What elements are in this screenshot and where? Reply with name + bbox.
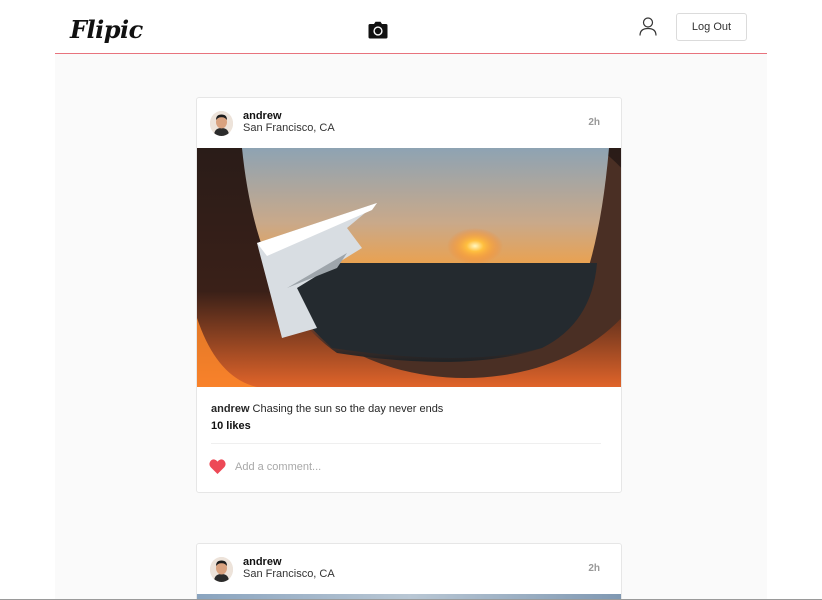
post-username[interactable]: andrew <box>243 556 282 568</box>
camera-icon[interactable] <box>368 21 388 39</box>
avatar[interactable] <box>210 111 233 136</box>
post-location[interactable]: San Francisco, CA <box>243 122 335 134</box>
post-card: andrew San Francisco, CA 2h <box>196 97 622 493</box>
comment-input[interactable] <box>235 459 535 475</box>
post-card: andrew San Francisco, CA 2h <box>196 543 622 600</box>
post-body: andrew Chasing the sun so the day never e… <box>197 387 621 444</box>
avatar[interactable] <box>210 557 233 582</box>
heart-icon[interactable] <box>209 459 226 474</box>
likes-count[interactable]: 10 likes <box>211 420 607 432</box>
post-timestamp: 2h <box>588 117 600 128</box>
caption-username[interactable]: andrew <box>211 403 250 415</box>
comment-row <box>197 444 621 491</box>
post-username[interactable]: andrew <box>243 110 282 122</box>
post-header: andrew San Francisco, CA 2h <box>197 98 621 148</box>
post-photo[interactable] <box>197 148 621 387</box>
post-timestamp: 2h <box>588 563 600 574</box>
logout-button[interactable]: Log Out <box>676 13 747 41</box>
app-logo[interactable]: Flipic <box>70 15 143 44</box>
caption-text: Chasing the sun so the day never ends <box>252 403 444 415</box>
post-header: andrew San Francisco, CA 2h <box>197 544 621 594</box>
post-location[interactable]: San Francisco, CA <box>243 568 335 580</box>
page: Flipic Log Out andrew San Francisco, CA … <box>55 0 767 600</box>
user-icon[interactable] <box>639 17 657 36</box>
post-caption: andrew Chasing the sun so the day never e… <box>211 402 607 416</box>
top-nav: Flipic Log Out <box>55 0 767 54</box>
